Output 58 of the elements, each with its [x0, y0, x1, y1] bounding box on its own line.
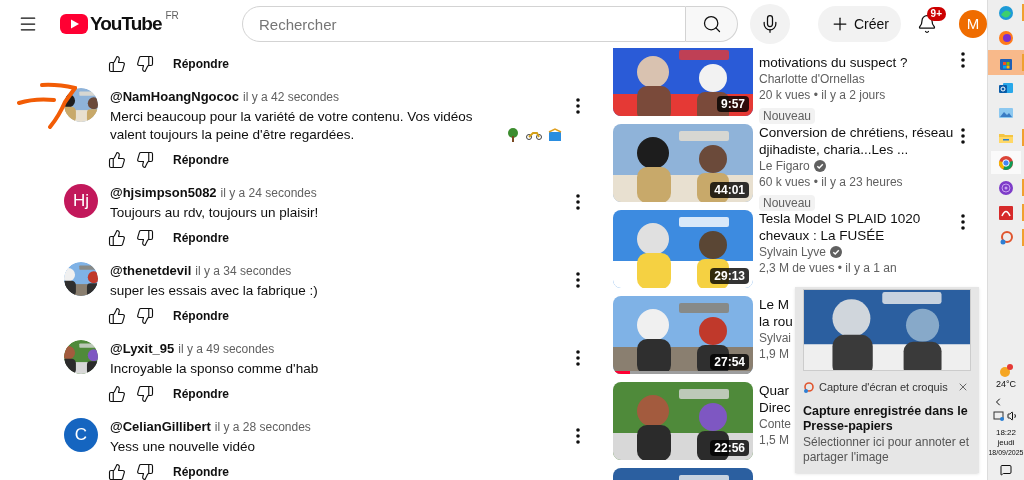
comment-time[interactable]: il y a 42 secondes [242, 88, 340, 106]
video-title[interactable]: Conversion de chrétiens, réseau djihadiste, charia...Les ... [759, 124, 954, 158]
region-code: FR [165, 8, 179, 23]
video-meta: 2,3 M de vues • il y a 1 an [759, 260, 897, 276]
comment-text: Merci beaucoup pour la variété de votre contenu. Vos vidéos valent toujours la peine d'être regardées. [110, 108, 474, 144]
notification-toast[interactable]: Capture d'écran et croquis Capture enregistrée dans le Presse-papiers Sélectionner ici pour annoter et partager l'image [795, 287, 979, 473]
comment-time[interactable]: il y a 49 secondes [178, 340, 275, 358]
video-meta: 20 k vues • il y a 2 jours [759, 87, 886, 103]
create-button[interactable]: Créer [818, 6, 901, 42]
comment-time[interactable]: il y a 24 secondes [220, 184, 317, 202]
video-title[interactable]: motivations du suspect ? [759, 54, 908, 71]
channel-name[interactable]: Sylvain Lyve [759, 243, 826, 261]
clock-time[interactable]: 18:22 [995, 428, 1016, 438]
comment-author[interactable]: @thenetdevil [110, 261, 192, 281]
toast-app-name: Capture d'écran et croquis [819, 380, 948, 395]
reply-button[interactable]: Répondre [161, 458, 241, 480]
channel-name[interactable]: Sylvai [759, 329, 791, 347]
comment-time[interactable]: il y a 34 secondes [195, 262, 292, 280]
toast-title: Capture enregistrée dans le Presse-papiers [803, 403, 969, 434]
reply-button[interactable]: Répondre [161, 224, 241, 252]
comment-author[interactable]: @NamHoangNgococ [110, 87, 239, 107]
temperature: 24°C [995, 378, 1017, 390]
avatar[interactable]: C [64, 418, 98, 452]
video-title[interactable]: Tesla Model S PLAID 1020 chevaux : La FUSÉE [759, 210, 921, 244]
channel-name[interactable]: Le Figaro [759, 157, 810, 175]
comment-text: super les essais avec la fabrique :) [110, 282, 318, 300]
comment-text: Yess une nouvelle vidéo [110, 438, 256, 456]
search-field[interactable]: Rechercher [242, 6, 686, 42]
reply-button[interactable]: Répondre [161, 302, 241, 330]
comment-time[interactable]: il y a 28 secondes [214, 418, 311, 436]
reply-button[interactable]: Répondre [161, 50, 241, 78]
reply-button[interactable]: Répondre [161, 146, 241, 174]
reply-button[interactable]: Répondre [161, 380, 241, 408]
duration-badge: 22:56 [710, 440, 749, 456]
logo-wordmark[interactable]: YouTube [90, 9, 162, 39]
video-title[interactable]: Le M la rou [759, 296, 793, 330]
avatar[interactable]: Hj [64, 184, 98, 218]
comment-author[interactable]: @hjsimpson5082 [110, 183, 217, 203]
channel-name[interactable]: Conte [759, 415, 792, 433]
duration-badge: 9:57 [716, 96, 749, 112]
comment-author[interactable]: @CelianGillibert [110, 417, 211, 437]
video-meta: 1,5 M [759, 432, 789, 448]
channel-name[interactable]: Charlotte d'Ornellas [759, 70, 865, 88]
notifications-button[interactable]: 9+ [907, 4, 947, 44]
clock-day[interactable]: jeudi [997, 438, 1015, 448]
duration-badge: 29:13 [710, 268, 749, 284]
duration-badge: 44:01 [710, 182, 749, 198]
comment-text: Incroyable la sponso comme d'hab [110, 360, 319, 378]
notification-count: 9+ [926, 7, 946, 21]
video-meta: 1,9 M [759, 346, 789, 362]
new-badge: Nouveau [759, 108, 816, 124]
toast-body: Sélectionner ici pour annoter et partager l'image [803, 434, 971, 465]
duration-badge: 27:54 [710, 354, 749, 370]
video-title[interactable]: Quar Direc [759, 382, 791, 416]
video-meta: 60 k vues • il y a 23 heures [759, 174, 903, 190]
new-badge: Nouveau [759, 195, 816, 211]
comment-text: Toujours au rdv, toujours un plaisir! [110, 204, 319, 222]
comment-author[interactable]: @Lyxit_95 [110, 339, 175, 359]
